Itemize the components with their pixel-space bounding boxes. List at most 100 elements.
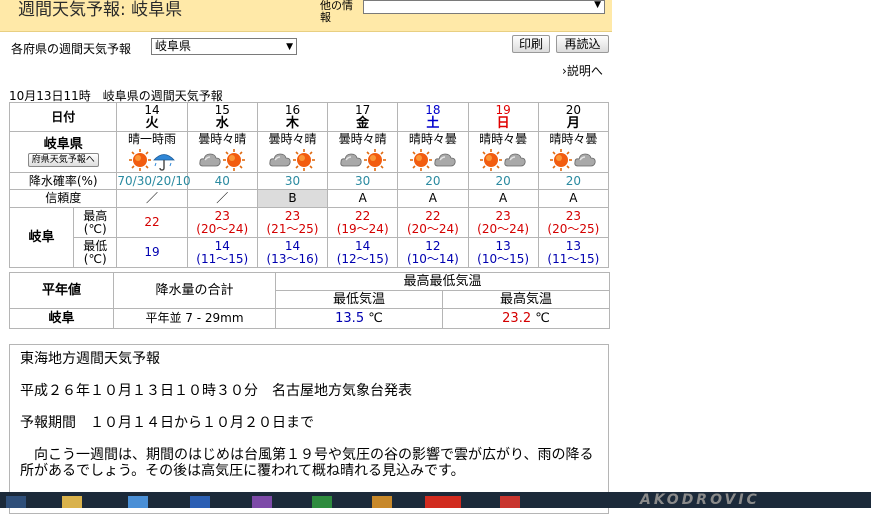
cloud-icon — [339, 147, 363, 167]
sun-icon — [409, 147, 433, 171]
reliability-cell: A — [397, 189, 469, 208]
day-cell: 20 月 — [537, 102, 610, 132]
precip-value: 平年並 7 - 29mm — [113, 308, 276, 329]
normal-max-cell: 23.2 ℃ — [441, 308, 611, 329]
explain-link-label: 説明へ — [566, 64, 603, 78]
prefecture-select-label: 各府県の週間天気予報 — [11, 42, 132, 56]
page-header: 週間天気予報: 岐阜県 他の情報 ▼ — [0, 0, 612, 32]
weather-cell: 曇時々晴 — [186, 131, 258, 173]
forecast-title: 東海地方週間天気予報 — [20, 351, 160, 367]
min-temp-cell: 13 (10～15) — [467, 237, 539, 268]
reliability-row: 信頼度 ／ ／ B A A A A — [8, 189, 610, 208]
rain-cell: 30 — [327, 172, 399, 190]
rain-cell: 70/30/20/10 — [116, 172, 191, 190]
rain-row: 降水確率(%) 70/30/20/10 40 30 30 20 20 20 — [8, 172, 610, 190]
weather-cell: 晴時々曇 — [467, 131, 539, 173]
max-temp-cell: 22 (20～24) — [397, 207, 469, 238]
max-temp-label: 最高(℃) — [73, 207, 118, 238]
start-icon[interactable] — [6, 496, 26, 508]
onenote-icon[interactable] — [252, 496, 272, 508]
temp-unit: ℃ — [368, 311, 383, 326]
reliability-cell: A — [327, 189, 399, 208]
date-header: 日付 — [8, 102, 118, 132]
forecast-text-panel: 東海地方週間天気予報 平成２６年１０月１３日１０時３０分 名古屋地方気象台発表 … — [9, 344, 609, 514]
forecast-period: 予報期間 １０月１４日から１０月２０日まで — [20, 415, 314, 431]
temp-header: 最高最低気温 — [274, 272, 611, 291]
min-temp-cell: 14 (12～15) — [327, 237, 399, 268]
max-temp-cell: 23 (20～24) — [467, 207, 539, 238]
max-temp-header: 最高気温 — [441, 290, 611, 309]
normal-min-value: 13.5 — [335, 311, 365, 326]
area-cell: 岐阜県 府県天気予報へ — [8, 131, 118, 173]
min-temp-cell: 14 (11～15) — [186, 237, 258, 268]
rain-cell: 20 — [467, 172, 539, 190]
rain-cell: 40 — [186, 172, 258, 190]
other-info-select[interactable]: ▼ — [363, 0, 605, 14]
reload-button[interactable]: 再読込 — [556, 35, 609, 53]
cloud-icon — [503, 147, 527, 167]
weekly-forecast-table: 日付 14 火 15 水 16 木 17 金 18 土 19 日 20 月 岐阜県 府県天気予… — [8, 102, 610, 268]
city-name: 岐阜 — [8, 207, 75, 268]
chevron-down-icon: ▼ — [286, 42, 293, 52]
day-cell: 14 火 — [116, 102, 188, 132]
weather-row: 岐阜県 府県天気予報へ 晴一時雨 曇時々晴 曇時々晴 曇時々晴 晴時々曇 晴時々… — [8, 131, 610, 173]
min-temp-label: 最低(℃) — [73, 237, 118, 268]
min-temp-cell: 19 — [116, 237, 188, 268]
normal-min-cell: 13.5 ℃ — [275, 308, 443, 329]
prefecture-select-value: 岐阜県 — [155, 39, 192, 53]
min-temp-cell: 13 (11～15) — [537, 237, 610, 268]
sun-icon — [363, 147, 387, 171]
weather-cell: 晴一時雨 — [116, 131, 188, 173]
day-cell: 18 土 — [397, 102, 469, 132]
max-temp-cell: 22 (19～24) — [327, 207, 399, 238]
reliability-cell: A — [537, 189, 610, 208]
folder-icon[interactable] — [62, 496, 82, 508]
forecast-issued: 平成２６年１０月１３日１０時３０分 名古屋地方気象台発表 — [20, 383, 412, 399]
sun-icon — [292, 147, 316, 171]
precip-header: 降水量の合計 — [113, 272, 276, 309]
app-icon[interactable] — [500, 496, 520, 508]
explain-link[interactable]: ›説明へ — [562, 62, 603, 79]
page-title: 週間天気予報: 岐阜県 — [18, 0, 183, 20]
cloud-icon — [268, 147, 292, 167]
forecast-body: 向こう一週間は、期間のはじめは台風第１９号や気圧の谷の影響で雲が広がり、雨の降る… — [20, 447, 594, 479]
reliability-cell: ／ — [116, 189, 188, 208]
sun-icon — [222, 147, 246, 171]
max-temp-cell: 23 (21～25) — [256, 207, 329, 238]
reliability-cell: ／ — [186, 189, 258, 208]
normal-max-value: 23.2 — [502, 311, 532, 326]
reliability-cell: A — [467, 189, 539, 208]
weather-cell: 晴時々曇 — [397, 131, 469, 173]
min-temp-row: 最低(℃) 19 14 (11～15) 14 (13～16) 14 (12～15) 1… — [10, 237, 610, 268]
reliability-cell: B — [256, 189, 329, 208]
max-temp-row: 岐阜 最高(℃) 22 23 (20～24) 23 (21～25) 22 (19～24… — [8, 207, 610, 268]
watermark: AKODROVIC — [640, 492, 760, 508]
reliability-label: 信頼度 — [8, 189, 118, 208]
area-name: 岐阜県 — [43, 136, 83, 152]
date-row: 日付 14 火 15 水 16 木 17 金 18 土 19 日 20 月 — [8, 102, 610, 132]
day-cell: 17 金 — [327, 102, 399, 132]
weather-cell: 曇時々晴 — [327, 131, 399, 173]
normals-city: 岐阜 — [9, 308, 114, 329]
print-button[interactable]: 印刷 — [512, 35, 550, 53]
cloud-icon — [433, 147, 457, 167]
ie-icon[interactable] — [128, 496, 148, 508]
prefecture-select[interactable]: 岐阜県 ▼ — [151, 38, 297, 55]
temp-unit: ℃ — [535, 311, 550, 326]
excel-icon[interactable] — [312, 496, 332, 508]
weather-cell: 晴時々曇 — [537, 131, 610, 173]
rain-cell: 20 — [397, 172, 469, 190]
weather-cell: 曇時々晴 — [256, 131, 329, 173]
normals-header-row: 平年値 降水量の合計 最高最低気温 — [9, 272, 611, 309]
min-temp-cell: 12 (10～14) — [397, 237, 469, 268]
word-icon[interactable] — [190, 496, 210, 508]
chrome-icon[interactable] — [425, 496, 461, 508]
prefecture-forecast-button[interactable]: 府県天気予報へ — [27, 152, 99, 167]
min-temp-cell: 14 (13～16) — [256, 237, 329, 268]
sun-icon — [128, 147, 152, 171]
cloud-icon — [198, 147, 222, 167]
max-temp-cell: 22 — [116, 207, 188, 238]
other-info-label: 他の情報 — [320, 0, 353, 24]
day-cell: 19 日 — [467, 102, 539, 132]
illustrator-icon[interactable] — [372, 496, 392, 508]
